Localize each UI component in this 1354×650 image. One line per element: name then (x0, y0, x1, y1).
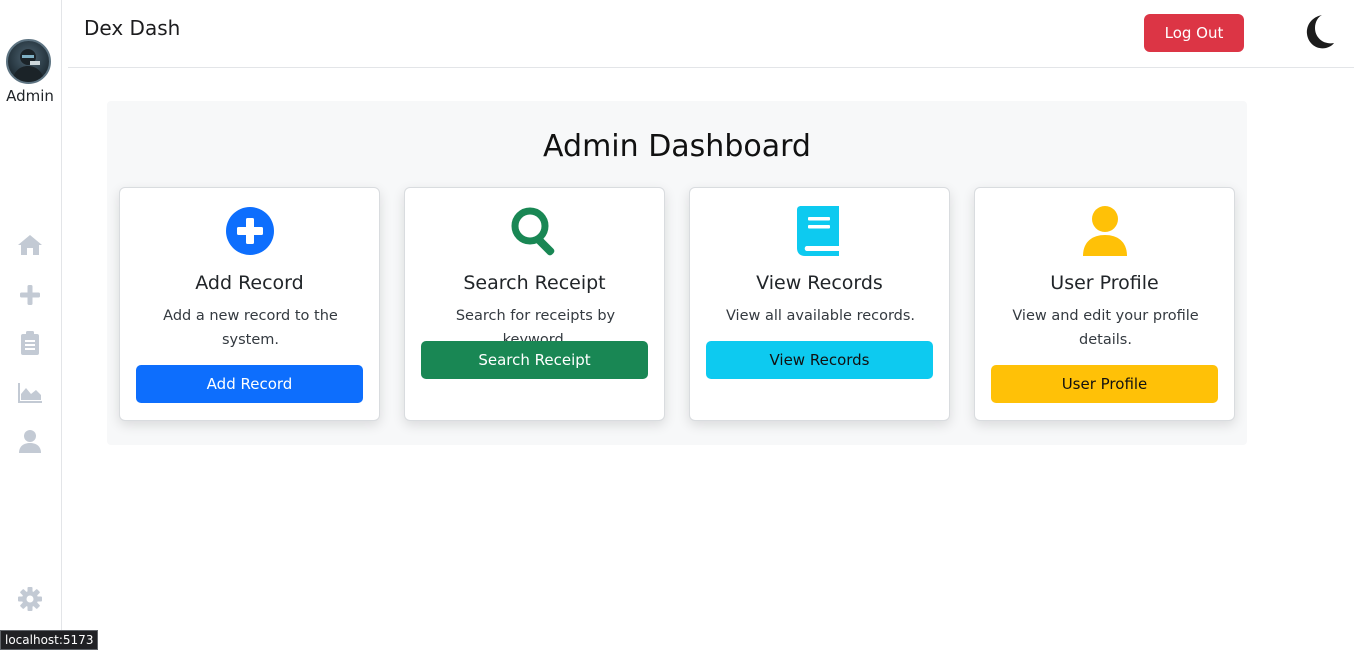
avatar[interactable] (6, 39, 51, 84)
card-title: Search Receipt (463, 272, 606, 294)
card-view-records: View Records View all available records.… (689, 187, 950, 421)
logout-button[interactable]: Log Out (1144, 14, 1244, 52)
card-add-record: Add Record Add a new record to the syste… (119, 187, 380, 421)
status-bar-url: localhost:5173 (0, 630, 99, 650)
search-icon (508, 204, 562, 258)
top-navbar: Dex Dash Log Out (68, 0, 1354, 68)
card-title: Add Record (195, 272, 304, 294)
book-icon (793, 204, 847, 258)
page-title: Admin Dashboard (543, 129, 811, 164)
dashboard-panel: Admin Dashboard Add Record Add a new rec… (107, 101, 1247, 445)
card-description: View and edit your profile details. (1012, 308, 1199, 348)
card-description: View all available records. (725, 308, 916, 324)
user-role-label: Admin (6, 87, 54, 105)
card-title: User Profile (1050, 272, 1159, 294)
sidebar: Admin (0, 0, 62, 650)
search-receipt-button[interactable]: Search Receipt (421, 341, 648, 379)
user-icon[interactable] (17, 429, 43, 453)
brand-title[interactable]: Dex Dash (84, 16, 180, 40)
card-search-receipt: Search Receipt Search for receipts by ke… (404, 187, 665, 421)
user-profile-button[interactable]: User Profile (991, 365, 1218, 403)
clipboard-icon[interactable] (17, 331, 43, 355)
gear-icon[interactable] (17, 586, 43, 611)
add-record-button[interactable]: Add Record (136, 365, 363, 403)
card-user-profile: User Profile View and edit your profile … (974, 187, 1235, 421)
card-title: View Records (756, 272, 883, 294)
plus-circle-icon (223, 204, 277, 258)
user-icon (1078, 204, 1132, 258)
plus-icon[interactable] (17, 283, 43, 307)
view-records-button[interactable]: View Records (706, 341, 933, 379)
home-icon[interactable] (17, 233, 43, 257)
card-description: Add a new record to the system. (163, 308, 338, 348)
moon-icon[interactable] (1298, 13, 1336, 51)
chart-area-icon[interactable] (17, 381, 43, 405)
